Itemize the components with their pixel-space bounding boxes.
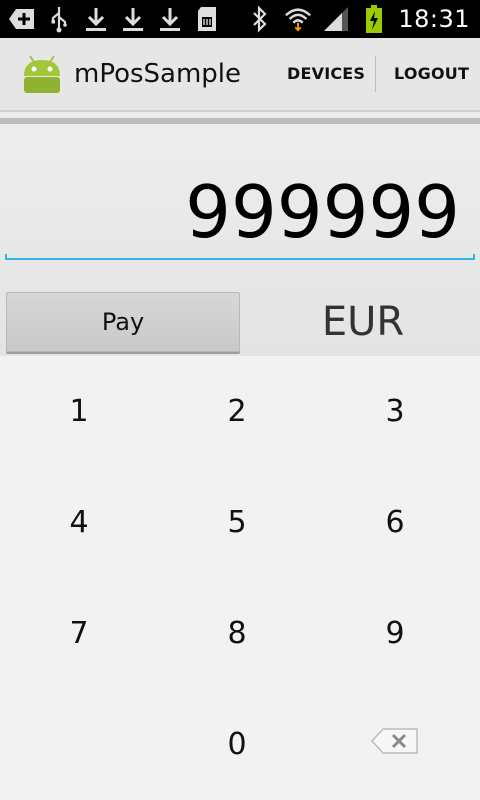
key-9[interactable]: 9 (316, 578, 474, 689)
logout-button[interactable]: LOGOUT (394, 64, 469, 83)
battery-charging-icon (360, 5, 388, 33)
download-icon (82, 5, 110, 33)
download-icon (156, 5, 184, 33)
add-notification-icon (8, 5, 36, 33)
backspace-button[interactable] (316, 689, 474, 800)
key-4[interactable]: 4 (0, 467, 158, 578)
bluetooth-icon (246, 5, 274, 33)
status-bar-notifications (8, 0, 221, 38)
currency-label: EUR (321, 299, 405, 345)
key-7[interactable]: 7 (0, 578, 158, 689)
wifi-icon (284, 5, 312, 33)
status-bar-system: 18:31 (246, 0, 470, 38)
amount-panel: 999999 Pay EUR (0, 124, 480, 356)
pay-button[interactable]: Pay (6, 292, 240, 352)
key-6[interactable]: 6 (316, 467, 474, 578)
key-0[interactable]: 0 (158, 689, 316, 800)
devices-button[interactable]: DEVICES (287, 64, 365, 83)
backspace-icon (370, 727, 419, 762)
signal-icon (322, 5, 350, 33)
app-title: mPosSample (74, 59, 242, 89)
status-bar: 18:31 (0, 0, 480, 38)
android-icon[interactable] (20, 52, 64, 96)
key-2[interactable]: 2 (158, 356, 316, 467)
usb-icon (45, 5, 73, 33)
amount-field[interactable]: 999999 (185, 172, 460, 252)
key-3[interactable]: 3 (316, 356, 474, 467)
key-5[interactable]: 5 (158, 467, 316, 578)
key-1[interactable]: 1 (0, 356, 158, 467)
action-divider (375, 56, 376, 92)
action-bar: mPosSample DEVICES LOGOUT (0, 38, 480, 112)
sd-card-icon (193, 5, 221, 33)
number-keypad: 1 2 3 4 5 6 7 8 9 0 (0, 356, 480, 800)
amount-field-underline (5, 254, 475, 260)
key-8[interactable]: 8 (158, 578, 316, 689)
download-icon (119, 5, 147, 33)
status-bar-time: 18:31 (398, 5, 470, 33)
